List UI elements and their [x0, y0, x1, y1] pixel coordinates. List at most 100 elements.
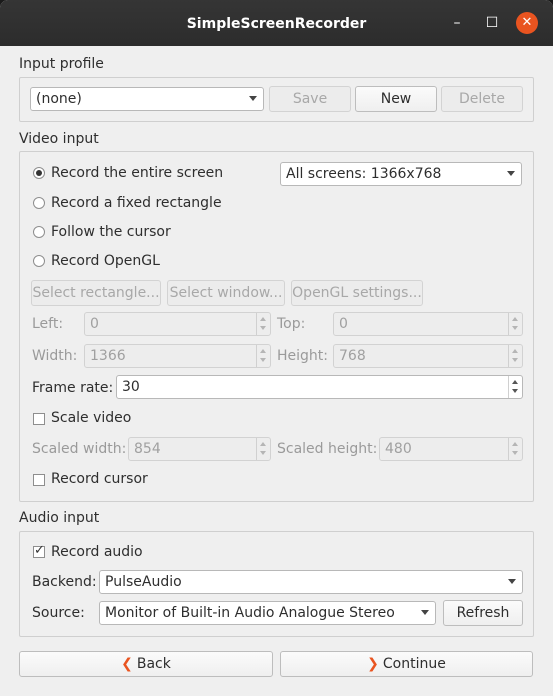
spin-down-icon: [512, 326, 518, 330]
spin-arrows[interactable]: [508, 313, 522, 335]
spin-arrows[interactable]: [508, 345, 522, 367]
spin-down-icon: [260, 358, 266, 362]
spin-down-icon: [260, 451, 266, 455]
chevron-down-icon: [507, 171, 515, 176]
width-label: Width:: [32, 348, 78, 364]
left-value: 0: [90, 316, 99, 332]
height-value: 768: [339, 348, 366, 364]
radio-opengl-label[interactable]: Record OpenGL: [51, 253, 160, 269]
minimize-button[interactable]: –: [446, 12, 468, 34]
spin-up-icon: [260, 349, 266, 353]
backend-select[interactable]: PulseAudio: [99, 570, 523, 594]
record-cursor-label[interactable]: Record cursor: [51, 471, 148, 487]
radio-fixed-rectangle-label[interactable]: Record a fixed rectangle: [51, 195, 222, 211]
continue-button[interactable]: ❯ Continue: [280, 651, 533, 677]
save-profile-button[interactable]: Save: [269, 86, 351, 112]
input-profile-group: (none) Save New Delete: [19, 77, 534, 122]
frame-rate-label: Frame rate:: [32, 380, 114, 396]
back-button-label: Back: [136, 656, 171, 672]
close-icon: ✕: [521, 15, 533, 30]
delete-profile-button[interactable]: Delete: [441, 86, 523, 112]
chevron-down-icon: [508, 579, 516, 584]
width-spinbox[interactable]: 1366: [84, 344, 271, 368]
refresh-button[interactable]: Refresh: [443, 600, 523, 626]
spin-arrows[interactable]: [508, 438, 522, 460]
backend-select-value: PulseAudio: [105, 574, 182, 590]
width-value: 1366: [90, 348, 126, 364]
input-profile-heading: Input profile: [19, 56, 104, 72]
maximize-button[interactable]: ☐: [481, 12, 503, 34]
audio-input-heading: Audio input: [19, 510, 100, 526]
spin-down-icon: [512, 451, 518, 455]
maximize-icon: ☐: [485, 15, 499, 31]
select-rectangle-button[interactable]: Select rectangle...: [31, 280, 161, 306]
top-label: Top:: [277, 316, 306, 332]
scale-video-label[interactable]: Scale video: [51, 410, 131, 426]
scaled-height-label: Scaled height:: [277, 441, 378, 457]
new-profile-button[interactable]: New: [355, 86, 437, 112]
height-spinbox[interactable]: 768: [333, 344, 523, 368]
spin-arrows[interactable]: [256, 345, 270, 367]
spin-down-icon: [512, 358, 518, 362]
spin-down-icon: [512, 389, 518, 393]
screen-select[interactable]: All screens: 1366x768: [280, 162, 522, 186]
back-button[interactable]: ❮ Back: [19, 651, 273, 677]
radio-follow-cursor[interactable]: [33, 226, 45, 238]
scaled-width-spinbox[interactable]: 854: [128, 437, 271, 461]
source-label: Source:: [32, 605, 85, 621]
frame-rate-value: 30: [122, 379, 140, 395]
spin-arrows[interactable]: [256, 313, 270, 335]
scaled-width-label: Scaled width:: [32, 441, 127, 457]
video-input-group: Record the entire screen All screens: 13…: [19, 151, 534, 502]
radio-fixed-rectangle[interactable]: [33, 197, 45, 209]
radio-entire-screen-label[interactable]: Record the entire screen: [51, 165, 223, 181]
spin-arrows[interactable]: [508, 376, 522, 398]
source-select-value: Monitor of Built-in Audio Analogue Stere…: [105, 605, 395, 621]
radio-selected-dot: [36, 170, 42, 176]
chevron-down-icon: [249, 96, 257, 101]
scaled-width-value: 854: [134, 441, 161, 457]
scaled-height-value: 480: [385, 441, 412, 457]
title-bar: SimpleScreenRecorder – ☐ ✕: [0, 0, 553, 46]
chevron-down-icon: [421, 610, 429, 615]
chevron-left-icon: ❮: [121, 656, 133, 672]
window-title: SimpleScreenRecorder: [186, 16, 367, 32]
radio-opengl[interactable]: [33, 255, 45, 267]
close-button[interactable]: ✕: [516, 12, 538, 34]
minimize-icon: –: [453, 15, 461, 31]
left-spinbox[interactable]: 0: [84, 312, 271, 336]
opengl-settings-button[interactable]: OpenGL settings...: [291, 280, 423, 306]
scale-video-checkbox[interactable]: [33, 413, 45, 425]
screen-select-value: All screens: 1366x768: [286, 166, 442, 182]
profile-select[interactable]: (none): [30, 87, 264, 111]
record-cursor-checkbox[interactable]: [33, 474, 45, 486]
top-value: 0: [339, 316, 348, 332]
spin-up-icon: [260, 442, 266, 446]
spin-arrows[interactable]: [256, 438, 270, 460]
checkmark-icon: ✓: [34, 543, 45, 558]
top-spinbox[interactable]: 0: [333, 312, 523, 336]
select-window-button[interactable]: Select window...: [167, 280, 285, 306]
radio-follow-cursor-label[interactable]: Follow the cursor: [51, 224, 171, 240]
spin-down-icon: [260, 326, 266, 330]
source-select[interactable]: Monitor of Built-in Audio Analogue Stere…: [99, 601, 436, 625]
audio-input-group: ✓ Record audio Backend: PulseAudio Sourc…: [19, 531, 534, 637]
radio-entire-screen[interactable]: [33, 167, 45, 179]
profile-select-value: (none): [36, 91, 82, 107]
left-label: Left:: [32, 316, 64, 332]
frame-rate-spinbox[interactable]: 30: [116, 375, 523, 399]
spin-up-icon: [512, 380, 518, 384]
app-window: SimpleScreenRecorder – ☐ ✕ Input profile…: [0, 0, 553, 696]
backend-label: Backend:: [32, 574, 97, 590]
record-audio-label[interactable]: Record audio: [51, 544, 143, 560]
record-audio-checkbox[interactable]: ✓: [33, 543, 45, 558]
continue-button-label: Continue: [382, 656, 446, 672]
scaled-height-spinbox[interactable]: 480: [379, 437, 523, 461]
height-label: Height:: [277, 348, 328, 364]
spin-up-icon: [260, 317, 266, 321]
chevron-right-icon: ❯: [367, 656, 379, 672]
spin-up-icon: [512, 349, 518, 353]
spin-up-icon: [512, 442, 518, 446]
video-input-heading: Video input: [19, 131, 99, 147]
spin-up-icon: [512, 317, 518, 321]
